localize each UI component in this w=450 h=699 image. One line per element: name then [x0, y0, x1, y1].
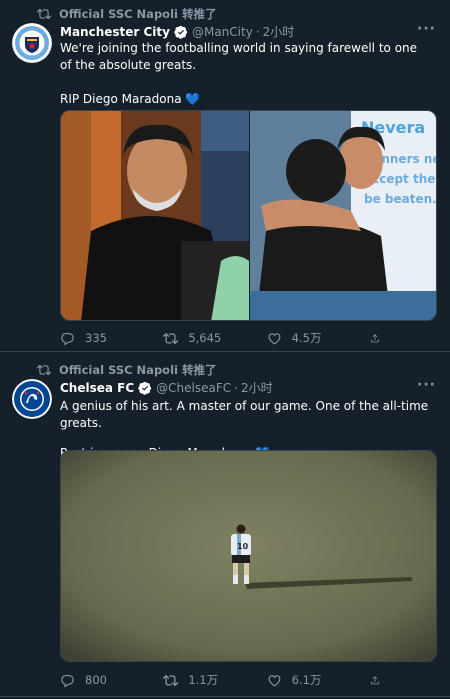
retweet-icon: [163, 332, 179, 344]
author-name[interactable]: Manchester City: [60, 25, 170, 39]
tweet-text: We're joining the footballing world in s…: [60, 40, 432, 108]
retweet-icon: [37, 8, 51, 20]
tweet-media[interactable]: Nevera Winners ne accept they be beaten.: [60, 110, 437, 321]
shirt-number: 10: [237, 542, 249, 551]
like-button[interactable]: 4.5万: [267, 330, 370, 346]
verified-icon: [174, 25, 188, 39]
avatar[interactable]: [12, 23, 52, 63]
tweet-text-line: A genius of his art. A master of our gam…: [60, 399, 429, 430]
separator-dot: ·: [255, 24, 260, 39]
share-icon: [371, 333, 379, 342]
tweet-actions: 800 1.1万 6.1万: [60, 672, 390, 688]
author-handle[interactable]: @ChelseaFC: [156, 381, 231, 395]
tweet-actions: 335 5,645 4.5万: [60, 330, 390, 346]
tweet-chelsea[interactable]: Official SSC Napoli 转推了 Chelsea FC @Chel…: [0, 352, 450, 697]
like-count: 6.1万: [291, 673, 322, 687]
tweet-text-line: RIP Diego Maradona 💙: [60, 92, 201, 106]
reply-button[interactable]: 335: [60, 330, 163, 346]
retweet-button[interactable]: 1.1万: [163, 672, 266, 688]
photo-right[interactable]: Nevera Winners ne accept they be beaten.: [250, 111, 437, 321]
tweet-media[interactable]: 10: [60, 450, 437, 662]
verified-icon: [138, 381, 152, 395]
like-icon: [268, 332, 281, 344]
more-icon[interactable]: ···: [417, 21, 436, 37]
retweeted-by-label[interactable]: Official SSC Napoli 转推了: [59, 6, 216, 22]
tweet-header: Chelsea FC @ChelseaFC · 2小时: [60, 379, 273, 396]
avatar[interactable]: [12, 379, 52, 419]
tweet-text-line: We're joining the footballing world in s…: [60, 41, 418, 72]
tweet-header: Manchester City @ManCity · 2小时: [60, 23, 294, 40]
like-button[interactable]: 6.1万: [267, 672, 370, 688]
reply-icon: [61, 332, 74, 346]
share-icon: [371, 675, 379, 684]
retweet-context: Official SSC Napoli 转推了: [37, 362, 216, 378]
retweet-count: 5,645: [188, 331, 222, 345]
reply-button[interactable]: 800: [60, 672, 163, 688]
banner-text: be beaten.: [364, 192, 437, 206]
retweet-icon: [163, 674, 179, 686]
like-count: 4.5万: [291, 331, 322, 345]
author-name[interactable]: Chelsea FC: [60, 381, 134, 395]
retweet-count: 1.1万: [188, 673, 219, 687]
share-button[interactable]: [370, 330, 390, 346]
author-handle[interactable]: @ManCity: [192, 25, 253, 39]
retweeted-by-label[interactable]: Official SSC Napoli 转推了: [59, 362, 216, 378]
like-icon: [268, 674, 281, 686]
retweet-icon: [37, 364, 51, 376]
more-icon[interactable]: ···: [417, 377, 436, 393]
retweet-context: Official SSC Napoli 转推了: [37, 6, 216, 22]
photo-left[interactable]: [61, 111, 249, 321]
retweet-button[interactable]: 5,645: [163, 330, 266, 346]
tweet-time[interactable]: 2小时: [263, 23, 295, 40]
reply-count: 335: [85, 331, 107, 345]
tweet-mancity[interactable]: Official SSC Napoli 转推了 Manchester City …: [0, 0, 450, 352]
share-button[interactable]: [370, 672, 390, 688]
tweet-time[interactable]: 2小时: [241, 379, 273, 396]
separator-dot: ·: [234, 380, 238, 395]
reply-count: 800: [85, 673, 107, 687]
reply-icon: [61, 674, 74, 688]
